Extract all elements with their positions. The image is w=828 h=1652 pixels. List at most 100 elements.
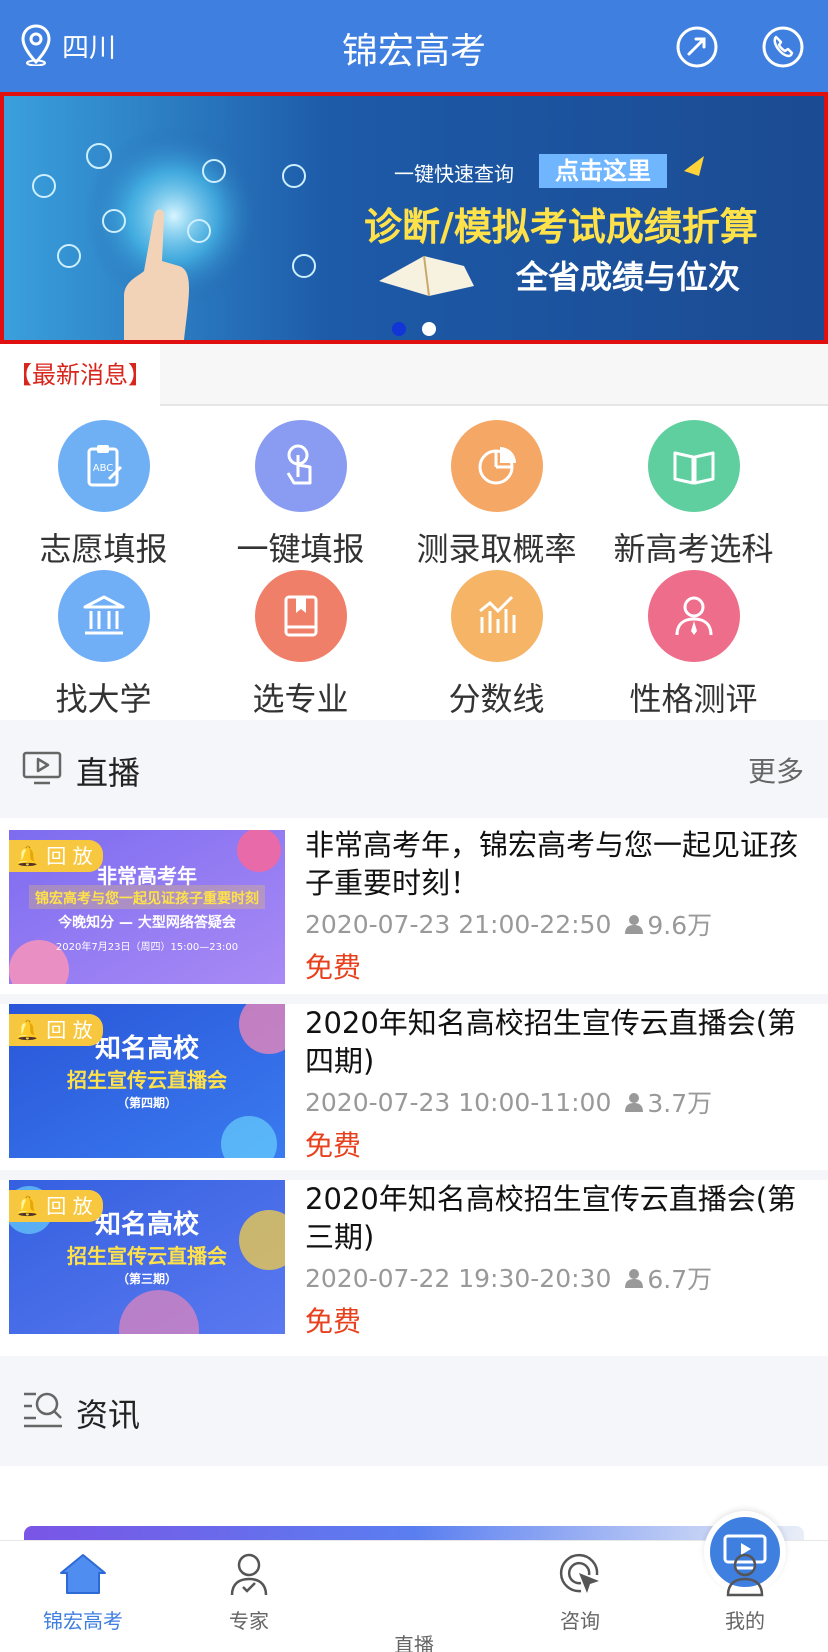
home-icon <box>60 1554 106 1594</box>
badge-label: 回 放 <box>46 844 93 868</box>
grid-label: 一键填报 <box>236 530 365 568</box>
grid-label: 志愿填报 <box>39 530 168 568</box>
grid-label: 测录取概率 <box>416 530 577 568</box>
section-title: 直播 <box>76 754 141 792</box>
bar-trend-icon <box>450 570 543 662</box>
bell-icon: 🔔 <box>15 1018 40 1042</box>
nav-label: 我的 <box>725 1609 765 1633</box>
replay-badge: 🔔 回 放 <box>9 1190 103 1222</box>
thumb-text: 招生宣传云直播会 <box>67 1244 227 1268</box>
live-list-item[interactable]: 知名高校 招生宣传云直播会 （第四期） 🔔 回 放 2020年知名高校招生宣传云… <box>0 994 828 1162</box>
ticker-label: 【最新消息】 <box>0 344 160 406</box>
nav-label: 咨询 <box>560 1609 600 1633</box>
phone-icon[interactable] <box>760 24 806 70</box>
pie-chart-icon <box>450 420 543 512</box>
news-section-header: 资讯 <box>0 1356 828 1466</box>
price-label: 免费 <box>305 1305 362 1338</box>
grid-item-volunteer[interactable]: ABC 志愿填报 <box>0 420 207 570</box>
live-meta: 2020-07-22 19:30-20:30 6.7万 <box>305 1260 712 1296</box>
nav-label: 专家 <box>229 1609 269 1633</box>
price-label: 免费 <box>305 1129 362 1162</box>
news-list-icon <box>24 1392 62 1428</box>
banner-sub-text: 全省成绩与位次 <box>516 258 741 296</box>
viewer-icon <box>625 1093 644 1112</box>
live-title[interactable]: 2020年知名高校招生宣传云直播会(第四期) <box>305 1004 815 1080</box>
price-label: 免费 <box>305 951 362 984</box>
live-thumbnail[interactable]: 非常高考年 锦宏高考与您一起见证孩子重要时刻 今晚知分 — 大型网络答疑会 20… <box>9 830 285 984</box>
thumb-text: （第四期） <box>116 1096 177 1110</box>
badge-label: 回 放 <box>46 1194 93 1218</box>
grid-label: 找大学 <box>55 680 152 718</box>
profile-icon <box>726 1553 764 1597</box>
replay-badge: 🔔 回 放 <box>9 840 103 872</box>
live-section-header: 直播 更多 <box>0 720 828 818</box>
viewer-count: 3.7万 <box>647 1089 713 1118</box>
grid-item-find-university[interactable]: 找大学 <box>0 570 207 720</box>
person-tie-icon <box>647 570 740 662</box>
live-thumbnail[interactable]: 知名高校 招生宣传云直播会 （第三期） 🔔 回 放 <box>9 1180 285 1334</box>
live-time: 2020-07-23 21:00-22:50 <box>305 909 612 939</box>
thumb-text: 招生宣传云直播会 <box>67 1068 227 1092</box>
viewer-icon <box>625 1269 644 1288</box>
expert-icon <box>230 1553 268 1596</box>
grid-item-score-line[interactable]: 分数线 <box>393 570 600 720</box>
viewer-icon <box>625 915 644 934</box>
grid-item-subject-select[interactable]: 新高考选科 <box>590 420 797 570</box>
grid-item-one-click[interactable]: 一键填报 <box>197 420 404 570</box>
badge-label: 回 放 <box>46 1018 93 1042</box>
viewer-count: 9.6万 <box>647 911 713 940</box>
news-ticker[interactable]: 【最新消息】 <box>0 344 828 406</box>
live-thumbnail[interactable]: 知名高校 招生宣传云直播会 （第四期） 🔔 回 放 <box>9 1004 285 1158</box>
bell-icon: 🔔 <box>15 1194 40 1218</box>
grid-item-personality[interactable]: 性格测评 <box>590 570 797 720</box>
grid-label: 新高考选科 <box>613 530 774 568</box>
live-meta: 2020-07-23 10:00-11:00 3.7万 <box>305 1084 712 1120</box>
share-icon[interactable] <box>674 24 720 70</box>
carousel-dots <box>392 322 436 336</box>
nav-live[interactable]: 直播 <box>331 1511 786 1652</box>
banner-small-text: 一键快速查询 <box>394 162 514 186</box>
more-link[interactable]: 更多 <box>748 750 804 790</box>
thumb-text: 2020年7月23日（周四）15:00—23:00 <box>55 942 239 953</box>
thumb-text: 锦宏高考与您一起见证孩子重要时刻 <box>35 891 259 907</box>
carousel-dot-1[interactable] <box>392 322 406 336</box>
nav-label: 直播 <box>394 1633 434 1652</box>
grid-label: 性格测评 <box>629 680 758 718</box>
tv-play-icon <box>22 751 62 785</box>
live-time: 2020-07-22 19:30-20:30 <box>305 1263 612 1293</box>
grid-item-probability[interactable]: 测录取概率 <box>393 420 600 570</box>
nav-consult[interactable]: 咨询 <box>497 1551 663 1634</box>
promo-banner[interactable]: 一键快速查询 点击这里 诊断/模拟考试成绩折算 全省成绩与位次 <box>0 92 828 344</box>
live-list-item[interactable]: 知名高校 招生宣传云直播会 （第三期） 🔔 回 放 2020年知名高校招生宣传云… <box>0 1170 828 1338</box>
grid-label: 选专业 <box>252 680 349 718</box>
live-time: 2020-07-23 10:00-11:00 <box>305 1087 612 1117</box>
bookmark-book-icon <box>254 570 347 662</box>
banner-cta-button[interactable]: 点击这里 <box>539 154 667 188</box>
news-card-peek[interactable] <box>24 1526 804 1540</box>
thumb-text: 今晚知分 — 大型网络答疑会 <box>58 915 236 931</box>
consult-cursor-icon <box>559 1553 599 1593</box>
university-icon <box>57 570 150 662</box>
svg-text:ABC: ABC <box>92 463 113 474</box>
tap-finger-icon <box>254 420 347 512</box>
live-title[interactable]: 2020年知名高校招生宣传云直播会(第三期) <box>305 1180 815 1256</box>
live-list-item[interactable]: 非常高考年 锦宏高考与您一起见证孩子重要时刻 今晚知分 — 大型网络答疑会 20… <box>0 818 828 984</box>
bottom-nav: 锦宏高考 专家 直播 咨询 我的 <box>0 1511 828 1652</box>
nav-home[interactable]: 锦宏高考 <box>0 1551 166 1634</box>
live-meta: 2020-07-23 21:00-22:50 9.6万 <box>305 906 712 942</box>
nav-expert[interactable]: 专家 <box>166 1551 332 1634</box>
nav-profile[interactable]: 我的 <box>662 1551 828 1634</box>
thumb-text: （第三期） <box>116 1272 177 1286</box>
book-icon <box>647 420 740 512</box>
grid-item-major[interactable]: 选专业 <box>197 570 404 720</box>
replay-badge: 🔔 回 放 <box>9 1014 103 1046</box>
app-header: 四川 锦宏高考 <box>0 0 828 92</box>
clipboard-abc-icon: ABC <box>57 420 150 512</box>
carousel-dot-2[interactable] <box>422 322 436 336</box>
grid-label: 分数线 <box>448 680 545 718</box>
viewer-count: 6.7万 <box>647 1265 713 1294</box>
nav-label: 锦宏高考 <box>43 1609 123 1633</box>
bell-icon: 🔔 <box>15 844 40 868</box>
live-title[interactable]: 非常高考年，锦宏高考与您一起见证孩子重要时刻！ <box>305 826 815 902</box>
section-title: 资讯 <box>76 1396 141 1434</box>
